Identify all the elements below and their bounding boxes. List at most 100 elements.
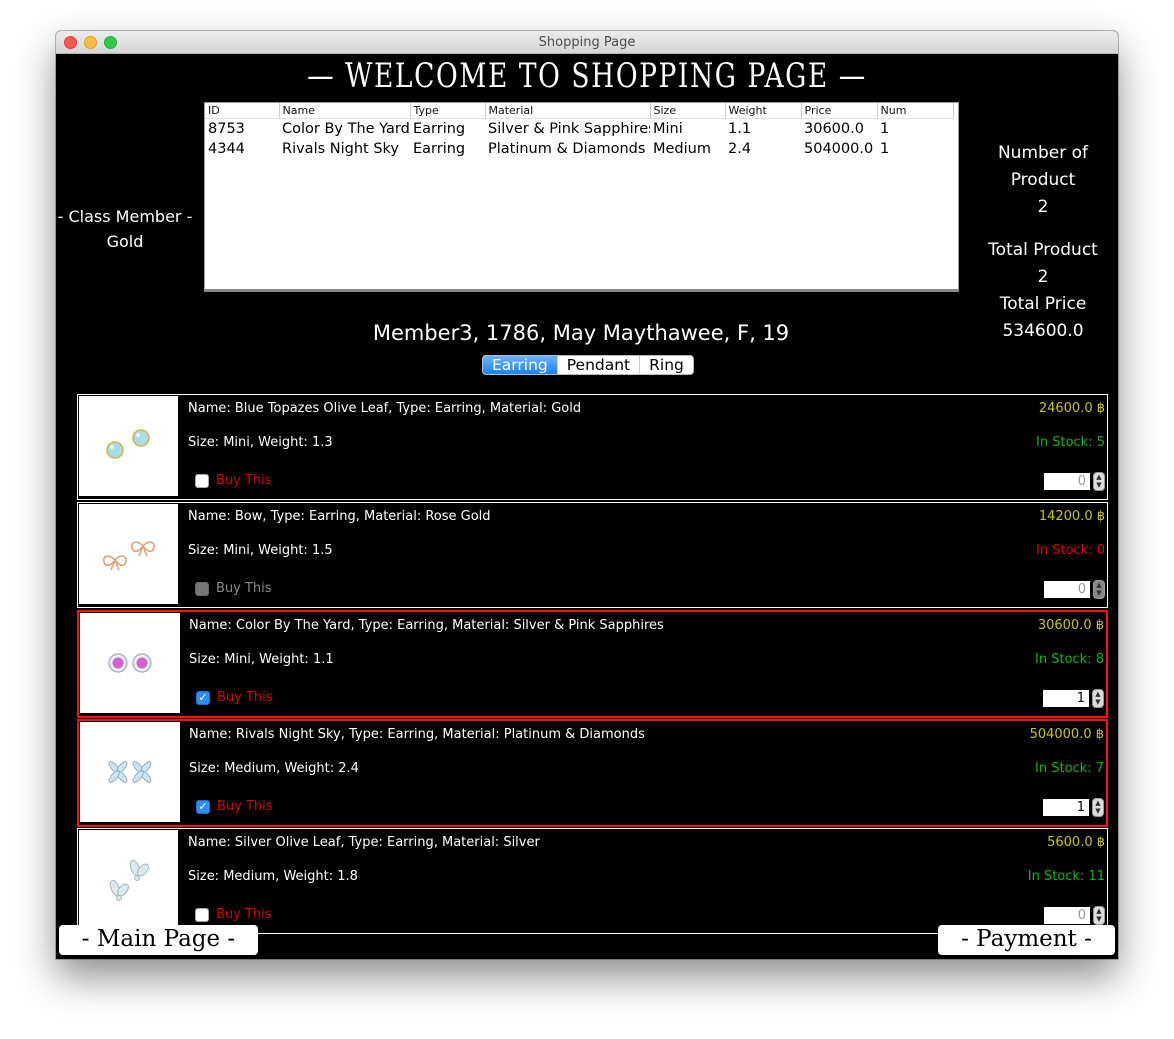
- cart-table[interactable]: ID Name Type Material Size Weight Price …: [204, 102, 959, 292]
- product-image: [79, 830, 178, 930]
- column-header-material[interactable]: Material: [485, 103, 651, 119]
- total-product-value: 2: [1037, 267, 1049, 287]
- member-info: Member3, 1786, May Maythawee, F, 19: [372, 321, 790, 345]
- cell-size: Mini: [653, 121, 683, 137]
- buy-this-label[interactable]: Buy This: [217, 690, 273, 706]
- buy-this-checkbox[interactable]: Buy This: [195, 473, 272, 489]
- decrement-icon[interactable]: ▼: [1094, 915, 1104, 923]
- product-size-line: Size: Mini, Weight: 1.1: [189, 652, 334, 667]
- order-summary: Number of Product 2 Total Product 2 Tota…: [966, 140, 1118, 345]
- quantity-input[interactable]: 0: [1044, 473, 1090, 490]
- member-class-label: - Class Member -: [57, 207, 193, 226]
- product-size-line: Size: Medium, Weight: 2.4: [189, 761, 359, 776]
- checkmark-icon[interactable]: ✓: [196, 800, 210, 814]
- quantity-input[interactable]: 1: [1043, 690, 1089, 707]
- tab-ring[interactable]: Ring: [640, 356, 693, 374]
- buy-this-checkbox[interactable]: Buy This: [195, 907, 272, 923]
- cell-material: Silver & Pink Sapphires: [488, 121, 650, 137]
- stock-status: In Stock: 7: [1035, 761, 1104, 776]
- quantity-stepper[interactable]: 0 ▲ ▼: [1044, 580, 1105, 599]
- page-title: — WELCOME TO SHOPPING PAGE —: [307, 56, 867, 96]
- quantity-stepper[interactable]: 0 ▲ ▼: [1044, 906, 1105, 925]
- checkmark-icon[interactable]: ✓: [196, 691, 210, 705]
- cell-size: Medium: [653, 141, 711, 157]
- increment-icon[interactable]: ▲: [1094, 473, 1104, 481]
- product-item: Name: Silver Olive Leaf, Type: Earring, …: [77, 828, 1108, 934]
- table-row[interactable]: 4344 Rivals Night Sky Earring Platinum &…: [205, 139, 953, 159]
- quantity-stepper[interactable]: 1 ▲ ▼: [1043, 798, 1104, 817]
- minimize-window-button[interactable]: [84, 36, 97, 49]
- decrement-icon[interactable]: ▼: [1094, 481, 1104, 489]
- shopping-window: Shopping Page — WELCOME TO SHOPPING PAGE…: [56, 31, 1118, 959]
- blue-topaz-earrings-icon: [105, 429, 150, 459]
- decrement-icon[interactable]: ▼: [1093, 807, 1103, 815]
- product-price: 14200.0 ฿: [1038, 509, 1105, 524]
- quantity-spinner[interactable]: ▲ ▼: [1093, 906, 1105, 925]
- main-page-button[interactable]: - Main Page -: [59, 925, 258, 955]
- column-header-weight[interactable]: Weight: [725, 103, 802, 119]
- product-name-line: Name: Rivals Night Sky, Type: Earring, M…: [189, 727, 645, 742]
- product-size-line: Size: Mini, Weight: 1.5: [188, 543, 333, 558]
- product-image: [80, 722, 180, 822]
- product-item: Name: Rivals Night Sky, Type: Earring, M…: [77, 719, 1108, 827]
- cell-material: Platinum & Diamonds: [488, 141, 646, 157]
- buy-this-label[interactable]: Buy This: [216, 473, 272, 489]
- buy-this-checkbox[interactable]: ✓ Buy This: [196, 799, 273, 815]
- payment-button[interactable]: - Payment -: [938, 925, 1115, 955]
- diamond-flower-earrings-icon: [108, 761, 152, 783]
- buy-this-label[interactable]: Buy This: [216, 907, 272, 923]
- quantity-spinner[interactable]: ▲ ▼: [1092, 689, 1104, 708]
- quantity-spinner[interactable]: ▲ ▼: [1092, 798, 1104, 817]
- product-image: [80, 613, 180, 713]
- column-header-num[interactable]: Num: [877, 103, 954, 119]
- buy-this-checkbox[interactable]: Buy This: [195, 581, 272, 597]
- window-title: Shopping Page: [538, 35, 636, 50]
- quantity-input[interactable]: 0: [1044, 581, 1090, 598]
- quantity-stepper[interactable]: 0 ▲ ▼: [1044, 472, 1105, 491]
- quantity-spinner[interactable]: ▲ ▼: [1093, 580, 1105, 599]
- column-header-name[interactable]: Name: [279, 103, 411, 119]
- product-name-line: Name: Blue Topazes Olive Leaf, Type: Ear…: [188, 401, 582, 416]
- close-window-button[interactable]: [64, 36, 77, 49]
- quantity-stepper[interactable]: 1 ▲ ▼: [1043, 689, 1104, 708]
- decrement-icon[interactable]: ▼: [1094, 589, 1104, 597]
- member-class-panel: - Class Member - Gold: [56, 204, 194, 254]
- stock-status: In Stock: 8: [1035, 652, 1104, 667]
- checkbox-icon[interactable]: [195, 908, 209, 922]
- product-price: 5600.0 ฿: [1047, 835, 1105, 850]
- column-header-type[interactable]: Type: [410, 103, 486, 119]
- increment-icon[interactable]: ▲: [1094, 581, 1104, 589]
- decrement-icon[interactable]: ▼: [1093, 698, 1103, 706]
- quantity-input[interactable]: 1: [1043, 799, 1089, 816]
- tab-earring[interactable]: Earring: [483, 356, 558, 374]
- product-image: [79, 396, 178, 496]
- title-bar: Shopping Page: [56, 31, 1118, 54]
- product-price: 24600.0 ฿: [1038, 401, 1105, 416]
- quantity-spinner[interactable]: ▲ ▼: [1093, 472, 1105, 491]
- table-row[interactable]: 8753 Color By The Yard Earring Silver & …: [205, 119, 953, 140]
- product-size-line: Size: Medium, Weight: 1.8: [188, 869, 358, 884]
- cell-name: Rivals Night Sky: [282, 141, 399, 157]
- total-price-label: Total Price: [999, 294, 1087, 314]
- buy-this-checkbox[interactable]: ✓ Buy This: [196, 690, 273, 706]
- stock-status: In Stock: 11: [1027, 869, 1105, 884]
- checkbox-icon[interactable]: [195, 474, 209, 488]
- checkbox-icon[interactable]: [195, 582, 209, 596]
- increment-icon[interactable]: ▲: [1093, 690, 1103, 698]
- product-list: Name: Blue Topazes Olive Leaf, Type: Ear…: [77, 394, 1108, 936]
- maximize-window-button[interactable]: [104, 36, 117, 49]
- column-header-id[interactable]: ID: [205, 103, 280, 119]
- increment-icon[interactable]: ▲: [1094, 907, 1104, 915]
- buy-this-label[interactable]: Buy This: [216, 581, 272, 597]
- cell-type: Earring: [413, 121, 466, 137]
- column-header-price[interactable]: Price: [801, 103, 878, 119]
- product-item: Name: Color By The Yard, Type: Earring, …: [77, 610, 1108, 718]
- buy-this-label[interactable]: Buy This: [217, 799, 273, 815]
- increment-icon[interactable]: ▲: [1093, 799, 1103, 807]
- quantity-input[interactable]: 0: [1044, 907, 1090, 924]
- cell-type: Earring: [413, 141, 466, 157]
- cell-num: 1: [880, 121, 890, 137]
- product-size-line: Size: Mini, Weight: 1.3: [188, 435, 333, 450]
- tab-pendant[interactable]: Pendant: [557, 356, 641, 374]
- column-header-size[interactable]: Size: [650, 103, 726, 119]
